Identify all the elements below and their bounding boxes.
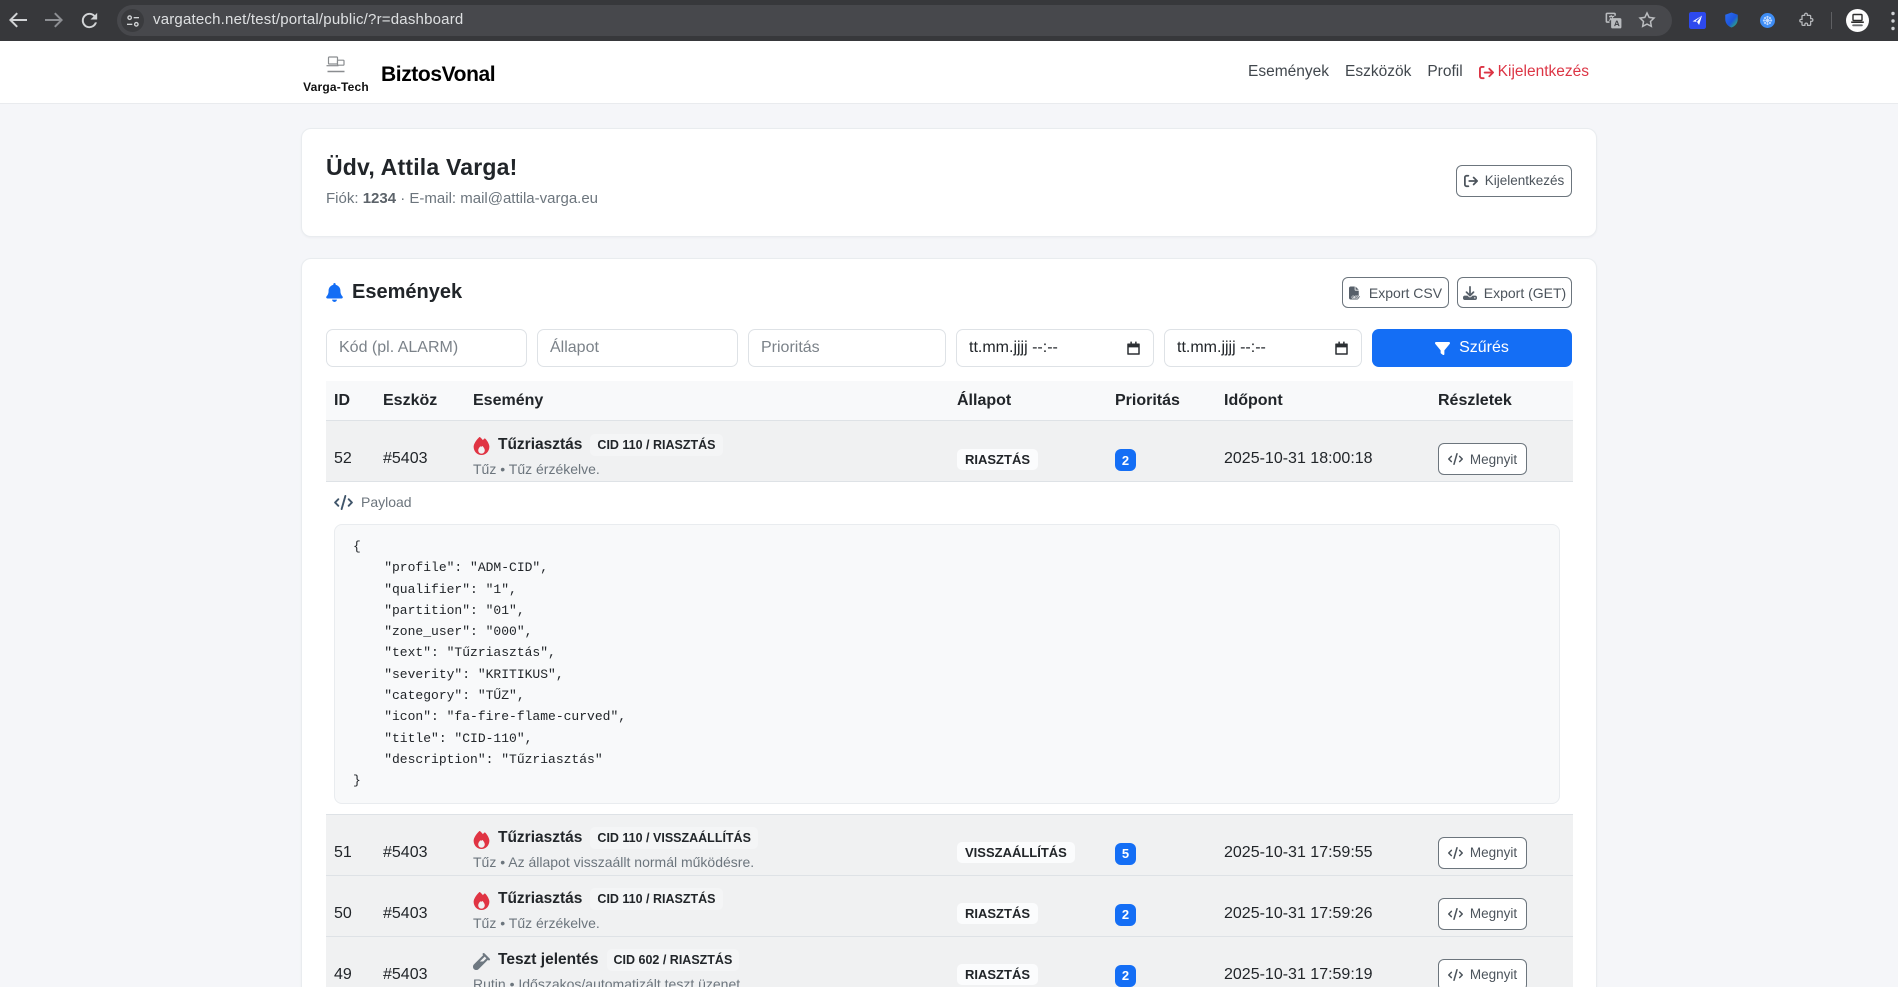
svg-text:csv: csv — [1352, 295, 1360, 300]
